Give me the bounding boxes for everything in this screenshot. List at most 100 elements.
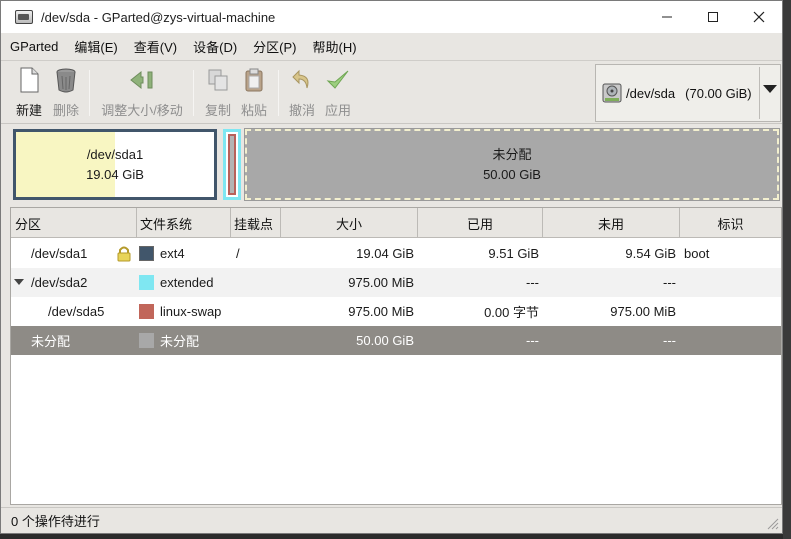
- hard-drive-icon: [602, 83, 622, 103]
- expander-arrow-icon[interactable]: [14, 279, 24, 285]
- partition-block-sda1[interactable]: /dev/sda1 19.04 GiB: [13, 129, 217, 200]
- filesystem-cell: extended: [139, 268, 214, 297]
- filesystem-cell: 未分配: [139, 326, 199, 355]
- device-selector[interactable]: /dev/sda (70.00 GiB): [595, 64, 781, 122]
- resize-icon: [129, 66, 155, 94]
- undo-label: 撤消: [288, 103, 315, 118]
- gparted-window: /dev/sda - GParted@zys-virtual-machine G…: [0, 0, 783, 534]
- fs-color-swatch: [139, 275, 154, 290]
- used-cell: ---: [526, 333, 539, 348]
- device-selector-divider: [759, 67, 760, 119]
- column-header-flags[interactable]: 标识: [680, 208, 781, 238]
- table-row[interactable]: /dev/sda2 extended 975.00 MiB --- ---: [11, 268, 781, 297]
- size-cell: 50.00 GiB: [356, 333, 414, 348]
- resize-grip-icon[interactable]: [765, 516, 779, 530]
- fs-color-swatch: [139, 246, 154, 261]
- menu-device[interactable]: 设备(D): [184, 33, 244, 61]
- size-cell: 975.00 MiB: [348, 275, 414, 290]
- paste-label: 粘贴: [240, 103, 267, 118]
- unalloc-block-size: 50.00 GiB: [483, 166, 541, 182]
- resize-move-button[interactable]: 调整大小/移动: [98, 66, 186, 120]
- checkmark-icon: [325, 66, 351, 94]
- filesystem-cell: linux-swap: [139, 297, 221, 326]
- background-desktop: [783, 0, 791, 539]
- maximize-button[interactable]: [690, 1, 736, 33]
- close-icon: [753, 11, 765, 23]
- copy-label: 复制: [204, 103, 231, 118]
- copy-button[interactable]: 复制: [201, 66, 235, 120]
- partition-cell: 未分配: [31, 334, 71, 349]
- title-bar: /dev/sda - GParted@zys-virtual-machine: [1, 1, 782, 33]
- disk-graphic: /dev/sda1 19.04 GiB 未分配 50.00 GiB: [10, 128, 782, 203]
- toolbar-separator: [278, 70, 279, 116]
- toolbar: 新建 删除 调整大小/移动 复制 粘贴 撤消 应用 /dev/sda (70.0…: [1, 62, 782, 124]
- menu-view[interactable]: 查看(V): [125, 33, 184, 61]
- column-header-mountpoint[interactable]: 挂载点: [231, 208, 281, 238]
- close-button[interactable]: [736, 1, 782, 33]
- minimize-icon: [662, 16, 672, 18]
- paste-icon: [241, 66, 267, 94]
- unalloc-block-name: 未分配: [492, 146, 532, 162]
- unused-cell: ---: [663, 275, 676, 290]
- partition-cell: /dev/sda5: [48, 304, 105, 319]
- filesystem-text: 未分配: [160, 334, 200, 349]
- partition-block-unallocated[interactable]: 未分配 50.00 GiB: [244, 128, 780, 201]
- used-cell: 0.00 字节: [484, 305, 539, 320]
- partition-block-extended[interactable]: [223, 129, 241, 200]
- menu-edit[interactable]: 编辑(E): [65, 33, 124, 61]
- new-label: 新建: [15, 103, 42, 118]
- table-row[interactable]: /dev/sda5 linux-swap 975.00 MiB 0.00 字节 …: [11, 297, 781, 326]
- table-row[interactable]: 未分配 未分配 50.00 GiB --- ---: [11, 326, 781, 355]
- used-cell: ---: [526, 275, 539, 290]
- delete-label: 删除: [52, 103, 79, 118]
- unalloc-label-group: 未分配 50.00 GiB: [247, 131, 777, 198]
- status-bar: 0 个操作待进行: [1, 507, 782, 533]
- pending-operations-status: 0 个操作待进行: [11, 514, 100, 529]
- filesystem-cell: ext4: [139, 239, 185, 268]
- new-button[interactable]: 新建: [11, 66, 47, 120]
- partition-cell: /dev/sda2: [31, 275, 88, 290]
- sda1-block-size: 19.04 GiB: [86, 166, 144, 182]
- mountpoint-cell: /: [236, 246, 240, 261]
- column-header-size[interactable]: 大小: [281, 208, 418, 238]
- table-header: 分区 文件系统 挂载点 大小 已用 未用 标识: [11, 208, 781, 238]
- used-cell: 9.51 GiB: [488, 246, 539, 261]
- flags-cell: boot: [684, 246, 710, 261]
- minimize-button[interactable]: [644, 1, 690, 33]
- menu-help[interactable]: 帮助(H): [304, 33, 364, 61]
- filesystem-text: linux-swap: [160, 304, 222, 319]
- resize-label: 调整大小/移动: [101, 103, 183, 118]
- gparted-app-icon: [15, 10, 33, 24]
- new-document-icon: [16, 66, 42, 94]
- partition-block-sda5[interactable]: [228, 134, 236, 195]
- delete-button[interactable]: 删除: [49, 66, 83, 120]
- sda1-label-group: /dev/sda1 19.04 GiB: [16, 132, 214, 197]
- table-row[interactable]: /dev/sda1 ext4 / 19.04 GiB 9.51 GiB 9.54…: [11, 239, 781, 268]
- device-name: /dev/sda: [626, 85, 676, 101]
- trash-icon: [53, 66, 79, 94]
- toolbar-separator: [193, 70, 194, 116]
- apply-button[interactable]: 应用: [321, 66, 355, 120]
- filesystem-text: extended: [160, 275, 214, 290]
- size-cell: 19.04 GiB: [356, 246, 414, 261]
- column-header-partition[interactable]: 分区: [11, 208, 137, 238]
- fs-color-swatch: [139, 304, 154, 319]
- window-title: /dev/sda - GParted@zys-virtual-machine: [41, 9, 276, 25]
- size-cell: 975.00 MiB: [348, 304, 414, 319]
- window-controls: [644, 1, 782, 33]
- unused-cell: 9.54 GiB: [625, 246, 676, 261]
- sda1-block-name: /dev/sda1: [86, 146, 144, 162]
- column-header-used[interactable]: 已用: [418, 208, 543, 238]
- undo-button[interactable]: 撤消: [286, 66, 318, 120]
- menu-partition[interactable]: 分区(P): [244, 33, 303, 61]
- column-header-unused[interactable]: 未用: [543, 208, 680, 238]
- toolbar-separator: [89, 70, 90, 116]
- paste-button[interactable]: 粘贴: [237, 66, 271, 120]
- unused-cell: ---: [663, 333, 676, 348]
- partition-cell: /dev/sda1: [31, 246, 88, 261]
- copy-icon: [205, 66, 231, 94]
- partition-table: 分区 文件系统 挂载点 大小 已用 未用 标识 /dev/sda1 ext4 /…: [10, 207, 782, 505]
- menu-gparted[interactable]: GParted: [1, 33, 65, 61]
- column-header-filesystem[interactable]: 文件系统: [137, 208, 231, 238]
- fs-color-swatch: [139, 333, 154, 348]
